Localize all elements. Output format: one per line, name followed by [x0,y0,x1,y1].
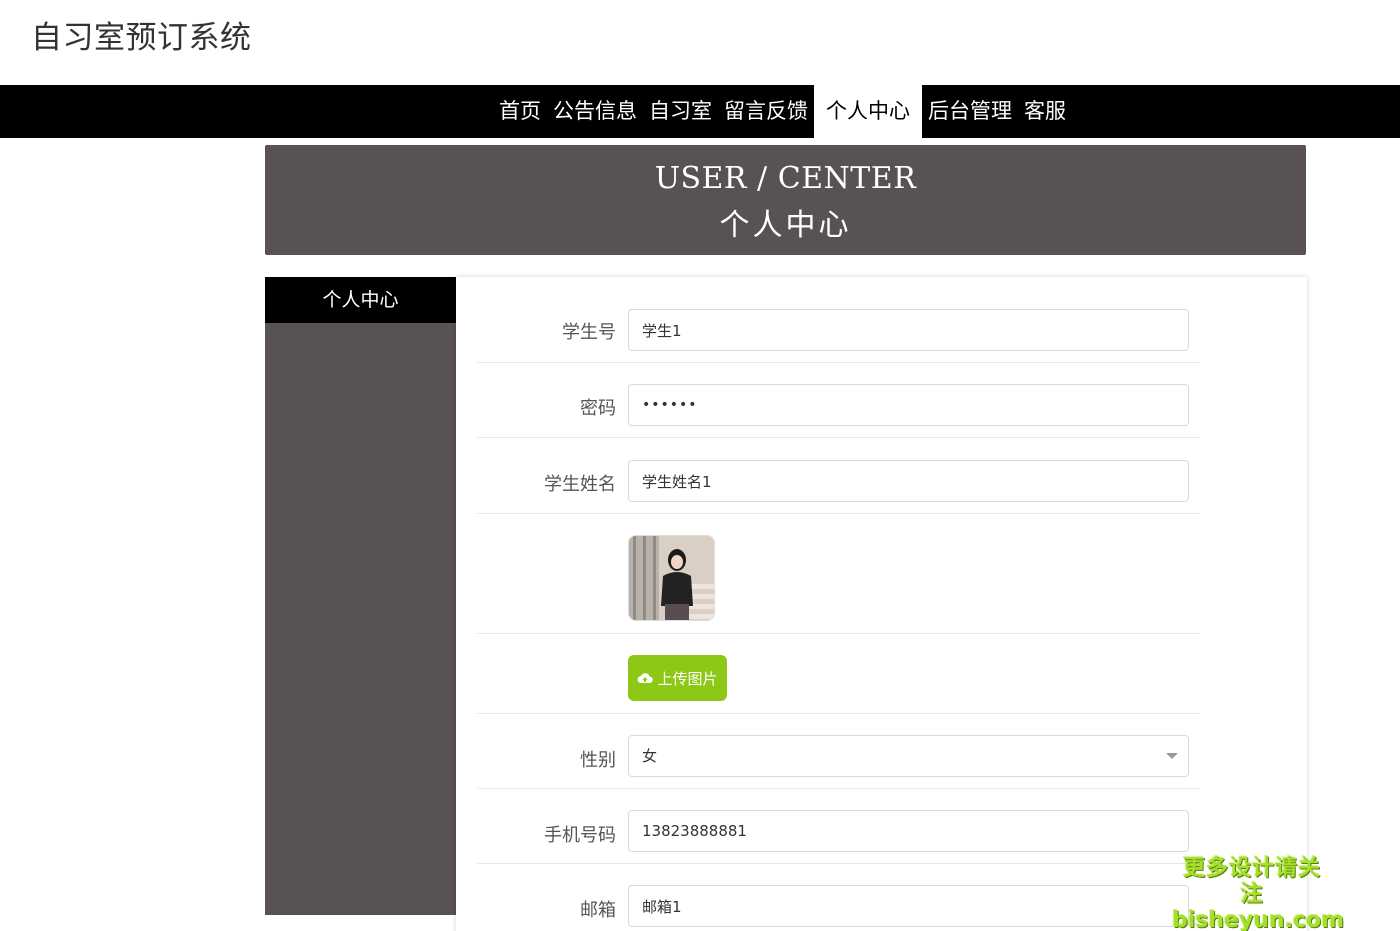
profile-form: 学生号 密码 •••••• 学生姓名 [456,277,1307,931]
upload-image-button[interactable]: 上传图片 [628,655,727,701]
banner-title-cn: 个人中心 [719,208,852,243]
form-row-student-name: 学生姓名 [477,438,1200,514]
email-input[interactable] [628,885,1189,927]
watermark-line-1: 更多设计请关注 [1182,856,1321,907]
watermark: 更多设计请关注 bisheyun.com [1172,856,1345,931]
form-row-gender: 性别 女 [477,714,1200,789]
nav-item-user-center[interactable]: 个人中心 [814,85,922,138]
nav-item-admin[interactable]: 后台管理 [922,85,1018,138]
watermark-line-2: bisheyun.com [1172,908,1345,931]
nav-item-announcements[interactable]: 公告信息 [547,85,643,138]
nav-item-study-rooms[interactable]: 自习室 [643,85,718,138]
upload-button-label: 上传图片 [657,669,718,688]
banner-title-en: USER / CENTER [654,161,917,196]
nav-item-home[interactable]: 首页 [493,85,547,138]
form-row-student-id: 学生号 [477,308,1200,363]
nav-item-feedback[interactable]: 留言反馈 [718,85,814,138]
form-row-phone: 手机号码 [477,789,1200,864]
gender-selected-value: 女 [642,747,658,765]
form-row-password: 密码 •••••• [477,363,1200,438]
nav-item-customer-service[interactable]: 客服 [1018,85,1072,138]
nav-items: 首页 公告信息 自习室 留言反馈 个人中心 后台管理 客服 [493,85,1072,138]
student-id-input[interactable] [628,309,1189,351]
site-title: 自习室预订系统 [31,20,252,56]
form-row-email: 邮箱 [477,864,1200,931]
avatar [628,535,715,621]
page-banner: USER / CENTER 个人中心 [265,145,1306,255]
sidebar: 个人中心 [265,277,456,915]
gender-label: 性别 [580,750,616,771]
password-label: 密码 [580,398,616,419]
student-name-input[interactable] [628,460,1189,502]
student-photo [629,536,714,620]
form-row-avatar [477,514,1200,634]
email-label: 邮箱 [580,900,616,921]
chevron-down-icon [1166,753,1178,759]
student-id-label: 学生号 [562,322,616,343]
form-row-upload: 上传图片 [477,634,1200,714]
cloud-upload-icon [637,672,654,684]
password-input[interactable]: •••••• [628,384,1189,426]
main-nav: 首页 公告信息 自习室 留言反馈 个人中心 后台管理 客服 [0,85,1400,138]
phone-label: 手机号码 [544,825,616,846]
phone-input[interactable] [628,810,1189,852]
sidebar-item-user-center[interactable]: 个人中心 [265,277,456,323]
student-name-label: 学生姓名 [544,474,616,495]
gender-select[interactable]: 女 [628,735,1189,777]
